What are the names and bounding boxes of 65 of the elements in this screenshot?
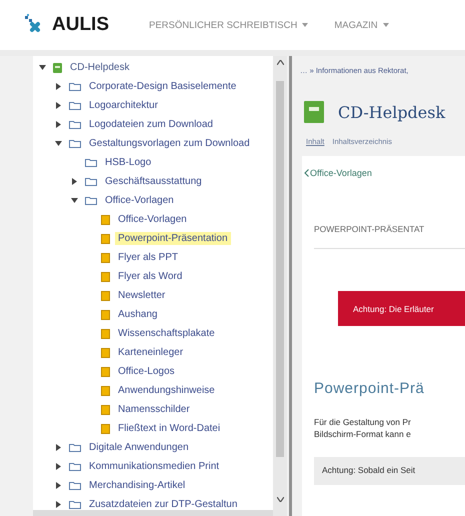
folder-icon <box>69 139 81 148</box>
book-icon <box>53 62 62 72</box>
tree-item[interactable]: HSB-Logo <box>102 156 154 169</box>
tree-item[interactable]: Merchandising-Artikel <box>86 479 188 492</box>
tree-item[interactable]: Digitale Anwendungen <box>86 441 192 454</box>
folder-icon <box>69 101 81 110</box>
tree-item[interactable]: Powerpoint-Präsentation <box>115 232 231 245</box>
tree-item[interactable]: Office-Vorlagen <box>102 194 177 207</box>
collapsed-arrow-icon[interactable] <box>55 83 62 90</box>
tree-item[interactable]: Zusatzdateien zur DTP-Gestaltun <box>86 498 240 511</box>
collapsed-arrow-icon[interactable] <box>71 178 78 185</box>
paragraph-line: Bildschirm-Format kann e <box>314 429 412 439</box>
folder-icon <box>69 443 81 452</box>
caret-icon <box>302 23 308 27</box>
tree-item[interactable]: Namensschilder <box>115 403 193 416</box>
content-heading: Powerpoint-Prä <box>314 380 426 397</box>
expanded-arrow-icon[interactable] <box>55 140 62 147</box>
scrollbar[interactable] <box>273 56 287 516</box>
tree-item[interactable]: Logodateien zum Download <box>86 118 216 131</box>
tree-item[interactable]: Gestaltungsvorlagen zum Download <box>86 137 253 150</box>
caret-icon <box>382 23 389 27</box>
folder-icon <box>85 196 97 205</box>
paragraph-line: Für die Gestaltung von Pr <box>314 417 412 427</box>
book-icon <box>304 101 324 123</box>
chevron-left-icon <box>304 169 309 177</box>
collapsed-arrow-icon[interactable] <box>55 482 62 489</box>
collapsed-arrow-icon[interactable] <box>55 444 62 451</box>
expanded-arrow-icon[interactable] <box>71 197 78 204</box>
folder-icon <box>69 481 81 490</box>
tree-item[interactable]: Karteneinleger <box>115 346 186 359</box>
collapsed-arrow-icon[interactable] <box>55 501 62 508</box>
nav-menu[interactable]: PERSÖNLICHER SCHREIBTISCH <box>149 20 308 30</box>
folder-icon <box>85 177 97 186</box>
back-link[interactable]: Office-Vorlagen <box>302 156 465 178</box>
collapsed-arrow-icon[interactable] <box>55 121 62 128</box>
tree-item[interactable]: Geschäftsausstattung <box>102 175 205 188</box>
tree-item[interactable]: Logoarchitektur <box>86 99 161 112</box>
tree-item[interactable]: Wissenschaftsplakate <box>115 327 218 340</box>
logo-text: AULIS <box>52 14 109 36</box>
scroll-down-icon[interactable] <box>276 497 284 502</box>
note-box: Achtung: Sobald ein Seit <box>314 457 465 485</box>
folder-icon <box>69 120 81 129</box>
tree-item[interactable]: Fließtext in Word-Datei <box>115 422 224 435</box>
tree-item[interactable]: Flyer als Word <box>115 270 186 283</box>
collapsed-arrow-icon[interactable] <box>55 102 62 109</box>
alert-banner: Achtung: Die Erläuter <box>338 291 465 326</box>
nav-menu[interactable]: MAGAZIN <box>334 20 389 30</box>
folder-icon <box>69 82 81 91</box>
horizontal-scrollbar[interactable] <box>33 510 273 516</box>
tree-item[interactable]: CD-Helpdesk <box>67 61 132 74</box>
collapsed-arrow-icon[interactable] <box>55 463 62 470</box>
tree-item[interactable]: Aushang <box>115 308 160 321</box>
scroll-up-icon[interactable] <box>276 60 284 65</box>
tree-item[interactable]: Office-Logos <box>115 365 178 378</box>
tree-item[interactable]: Kommunikationsmedien Print <box>86 460 222 473</box>
tree-item[interactable]: Anwendungshinweise <box>115 384 218 397</box>
folder-icon <box>85 158 97 167</box>
section-title: POWERPOINT-PRÄSENTAT <box>314 224 465 249</box>
tree-item[interactable]: Newsletter <box>115 289 168 302</box>
folder-icon <box>69 462 81 471</box>
page-title: CD-Helpdesk <box>338 102 446 122</box>
expanded-arrow-icon[interactable] <box>39 64 46 71</box>
tree-item[interactable]: Office-Vorlagen <box>115 213 190 226</box>
tree-item[interactable]: Corporate-Design Basiselemente <box>86 80 240 93</box>
tree-item[interactable]: Flyer als PPT <box>115 251 182 264</box>
